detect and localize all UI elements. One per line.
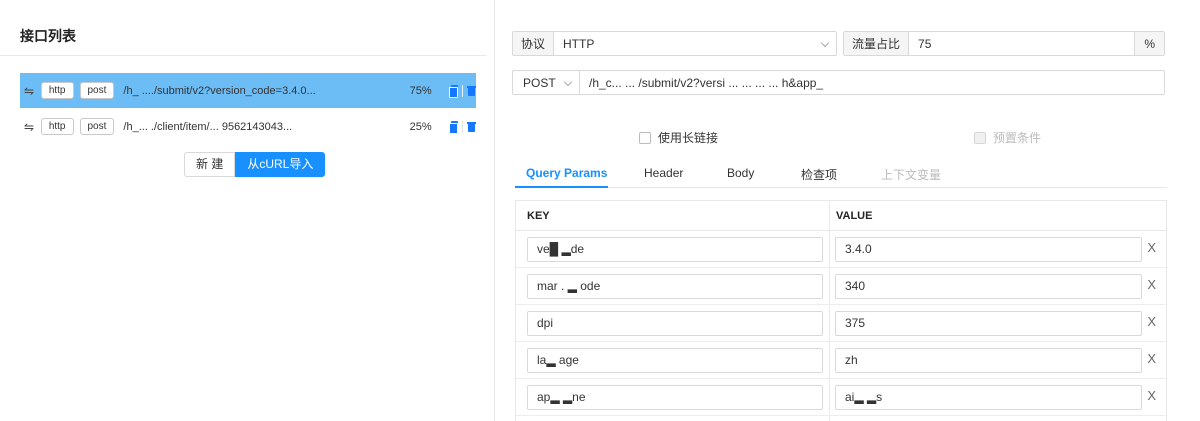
- key-input[interactable]: ve█ ▂de: [527, 237, 823, 262]
- api-percent: 25%: [409, 120, 432, 133]
- percent-unit: %: [1134, 32, 1164, 55]
- tab-header[interactable]: Header: [644, 166, 683, 180]
- api-list-item[interactable]: ⇋ http post /h_... ./client/item/... 956…: [20, 109, 476, 144]
- url-input[interactable]: /h_c... ... /submit/v2?versi ... ... ...…: [579, 70, 1165, 95]
- table-row: ap▂ ▂ne ai▂ ▂s X: [516, 379, 1166, 416]
- precondition-label: 预置条件: [993, 131, 1042, 145]
- traffic-label: 流量占比: [844, 32, 910, 55]
- delete-icon[interactable]: [467, 85, 476, 96]
- api-actions: 新 建 从cURL导入: [184, 152, 326, 177]
- import-curl-button[interactable]: 从cURL导入: [235, 152, 326, 177]
- table-row: la▂ age zh X: [516, 342, 1166, 379]
- table-header: KEY VALUE: [516, 201, 1166, 231]
- chevron-down-icon: [563, 77, 573, 87]
- tab-checks[interactable]: 检查项: [801, 166, 837, 183]
- method-value: POST: [523, 75, 556, 90]
- key-input[interactable]: ap▂ ▂ne: [527, 385, 823, 410]
- active-tab-indicator: [515, 186, 608, 188]
- divider: [462, 120, 464, 133]
- key-input[interactable]: mar . ▂ ode: [527, 274, 823, 299]
- method-tag: post: [79, 118, 115, 135]
- api-path: /h_ ..../submit/v2?version_code=3.4.0...: [123, 84, 316, 97]
- traffic-ratio-field: 流量占比 75 %: [843, 31, 1165, 56]
- protocol-select[interactable]: 协议 HTTP: [512, 31, 837, 56]
- api-percent: 75%: [409, 84, 432, 97]
- tab-query-params[interactable]: Query Params: [526, 166, 607, 180]
- close-icon[interactable]: X: [1147, 314, 1156, 329]
- key-input[interactable]: la▂ age: [527, 348, 823, 373]
- copy-icon[interactable]: [449, 85, 459, 98]
- chevron-down-icon: [820, 38, 830, 48]
- divider: [462, 84, 464, 97]
- swap-icon: ⇋: [24, 83, 35, 98]
- api-list-title: 接口列表: [20, 28, 76, 44]
- close-icon[interactable]: X: [1147, 388, 1156, 403]
- long-link-label: 使用长链接: [658, 131, 719, 145]
- value-input[interactable]: ai▂ ▂s: [835, 385, 1142, 410]
- long-link-checkbox[interactable]: 使用长链接: [639, 129, 718, 146]
- tab-body[interactable]: Body: [727, 166, 754, 180]
- table-row: dpi 375 X: [516, 305, 1166, 342]
- value-header: VALUE: [836, 210, 873, 222]
- api-path: /h_... ./client/item/... 9562143043...: [123, 120, 293, 133]
- query-params-table: KEY VALUE ve█ ▂de 3.4.0 X mar . ▂ ode 34…: [515, 200, 1167, 421]
- key-header: KEY: [527, 210, 550, 222]
- divider: [0, 55, 486, 56]
- new-api-button[interactable]: 新 建: [184, 152, 236, 177]
- value-input[interactable]: 375: [835, 311, 1142, 336]
- method-tag: post: [79, 82, 115, 99]
- value-input[interactable]: 340: [835, 274, 1142, 299]
- close-icon[interactable]: X: [1147, 351, 1156, 366]
- protocol-tag: http: [40, 82, 74, 99]
- request-tabs: Query Params Header Body 检查项 上下文变量: [515, 160, 1167, 188]
- checkbox[interactable]: [639, 131, 651, 144]
- api-list-panel: 接口列表 ⇋ http post /h_ ..../submit/v2?vers…: [0, 0, 495, 421]
- value-input[interactable]: 3.4.0: [835, 237, 1142, 262]
- swap-icon: ⇋: [24, 119, 35, 134]
- tab-context-variables: 上下文变量: [881, 168, 942, 182]
- traffic-input[interactable]: 75: [909, 37, 1134, 51]
- table-row: mar . ▂ ode 340 X: [516, 268, 1166, 305]
- protocol-label: 协议: [513, 32, 555, 55]
- url-value: /h_c... ... /submit/v2?versi ... ... ...…: [589, 75, 824, 90]
- copy-icon[interactable]: [449, 121, 459, 134]
- api-list-item[interactable]: ⇋ http post /h_ ..../submit/v2?version_c…: [20, 73, 476, 108]
- precondition-checkbox: 预置条件: [974, 129, 1041, 146]
- table-row: ve█ ▂de 3.4.0 X: [516, 231, 1166, 268]
- method-select[interactable]: POST: [512, 70, 580, 95]
- key-input[interactable]: dpi: [527, 311, 823, 336]
- protocol-value: HTTP: [563, 36, 595, 51]
- protocol-tag: http: [40, 118, 74, 135]
- checkbox: [974, 131, 986, 144]
- close-icon[interactable]: X: [1147, 277, 1156, 292]
- close-icon[interactable]: X: [1147, 240, 1156, 255]
- delete-icon[interactable]: [467, 121, 476, 132]
- value-input[interactable]: zh: [835, 348, 1142, 373]
